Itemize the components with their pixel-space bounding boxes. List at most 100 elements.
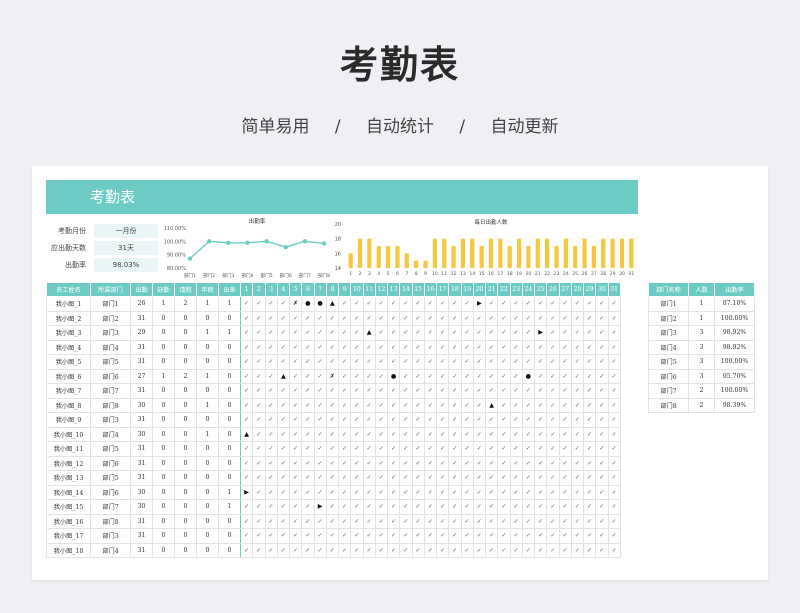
table-cell[interactable]: 部门6 [90,455,131,471]
day-cell[interactable]: ✓ [362,426,376,442]
day-cell[interactable]: ✓ [435,470,450,486]
day-cell[interactable]: ✓ [288,310,303,326]
day-cell[interactable]: ✓ [288,484,303,500]
day-cell[interactable]: ✓ [325,455,340,471]
day-cell[interactable]: ✓ [435,383,450,399]
day-cell[interactable]: ✓ [460,310,474,326]
day-cell[interactable]: ✓ [546,470,560,486]
day-cell[interactable]: ✓ [509,296,523,312]
day-cell[interactable]: ✓ [509,426,523,442]
day-cell[interactable]: ✓ [288,499,303,515]
day-cell[interactable]: ✓ [337,528,352,544]
day-cell[interactable]: ✓ [558,470,572,486]
day-cell[interactable]: ▲ [484,397,499,413]
day-cell[interactable]: ✓ [448,354,462,370]
day-cell[interactable]: ● [521,368,536,384]
table-cell[interactable]: 0 [152,426,175,442]
day-cell[interactable]: ✓ [595,484,609,500]
day-cell[interactable]: ✓ [386,528,401,544]
day-cell[interactable]: ✓ [423,455,438,471]
day-cell[interactable]: ✓ [264,455,278,471]
day-cell[interactable]: ✓ [399,296,413,312]
day-cell[interactable]: ✓ [472,484,487,500]
day-cell[interactable]: ✓ [301,484,315,500]
day-cell[interactable]: ✓ [484,310,499,326]
day-cell[interactable]: ✓ [288,412,303,428]
table-cell[interactable]: 0 [152,310,175,326]
day-cell[interactable]: ✓ [264,325,278,341]
day-cell[interactable]: ✓ [570,499,585,515]
table-cell[interactable]: 3 [688,354,715,370]
day-cell[interactable]: ✓ [582,412,597,428]
day-cell[interactable]: ✓ [337,513,352,529]
day-cell[interactable]: ✓ [497,484,511,500]
day-cell[interactable]: ✓ [386,310,401,326]
table-cell[interactable]: 0 [196,513,219,529]
day-cell[interactable]: ✓ [350,441,364,457]
table-cell[interactable]: 部门7 [648,383,689,399]
day-cell[interactable]: ✓ [509,354,523,370]
day-cell[interactable]: ✓ [570,310,585,326]
day-cell[interactable]: ✓ [460,470,474,486]
day-cell[interactable]: ✓ [252,310,266,326]
table-cell[interactable]: 31 [130,339,153,355]
day-cell[interactable]: ✓ [533,441,548,457]
day-cell[interactable]: ✓ [325,499,340,515]
day-cell[interactable]: ✓ [411,528,425,544]
table-cell[interactable]: 0 [174,484,197,500]
day-cell[interactable]: ✓ [288,354,303,370]
day-cell[interactable]: ✓ [448,368,462,384]
day-cell[interactable]: ✓ [239,397,254,413]
table-cell[interactable]: 1 [218,499,241,515]
day-cell[interactable]: ✓ [276,354,291,370]
day-cell[interactable]: ✓ [276,484,291,500]
day-cell[interactable]: ✓ [374,383,389,399]
day-cell[interactable]: ✓ [337,470,352,486]
day-cell[interactable]: ✓ [374,310,389,326]
table-cell[interactable]: 我小图_13 [46,470,91,486]
day-cell[interactable]: ✓ [325,383,340,399]
day-cell[interactable]: ✓ [423,397,438,413]
day-cell[interactable]: ✓ [252,383,266,399]
day-cell[interactable]: ▲ [276,368,291,384]
day-cell[interactable]: ✓ [582,354,597,370]
day-cell[interactable]: ▲ [239,426,254,442]
day-cell[interactable]: ✓ [533,296,548,312]
day-cell[interactable]: ✓ [435,542,450,558]
day-cell[interactable]: ✓ [435,354,450,370]
day-cell[interactable]: ✓ [533,513,548,529]
day-cell[interactable]: ✓ [521,339,536,355]
table-cell[interactable]: 98.92% [714,325,755,341]
table-cell[interactable]: 1 [196,368,219,384]
day-cell[interactable]: ✓ [521,499,536,515]
day-cell[interactable]: ✓ [313,426,327,442]
day-cell[interactable]: ✓ [570,484,585,500]
day-cell[interactable]: ✓ [484,484,499,500]
day-cell[interactable]: ▶ [472,296,487,312]
day-cell[interactable]: ✓ [313,528,327,544]
table-cell[interactable]: 98.39% [714,397,755,413]
day-cell[interactable]: ✓ [325,513,340,529]
day-cell[interactable]: ✓ [362,383,376,399]
day-cell[interactable]: ✓ [325,441,340,457]
day-cell[interactable]: ✓ [423,484,438,500]
table-cell[interactable]: 1 [218,325,241,341]
day-cell[interactable]: ✓ [239,441,254,457]
table-cell[interactable]: 0 [196,383,219,399]
day-cell[interactable]: ✓ [337,499,352,515]
day-cell[interactable]: ✓ [374,499,389,515]
day-cell[interactable]: ✓ [252,412,266,428]
table-cell[interactable]: 2 [688,397,715,413]
day-cell[interactable]: ✓ [411,339,425,355]
day-cell[interactable]: ✓ [595,310,609,326]
day-cell[interactable]: ✓ [509,339,523,355]
day-cell[interactable]: ✓ [509,499,523,515]
day-cell[interactable]: ✓ [276,470,291,486]
day-cell[interactable]: ✓ [484,296,499,312]
day-cell[interactable]: ✓ [350,455,364,471]
day-cell[interactable]: ✓ [276,426,291,442]
table-cell[interactable]: 0 [218,513,241,529]
day-cell[interactable]: ✓ [386,426,401,442]
day-cell[interactable]: ✓ [460,354,474,370]
day-cell[interactable]: ✓ [472,441,487,457]
